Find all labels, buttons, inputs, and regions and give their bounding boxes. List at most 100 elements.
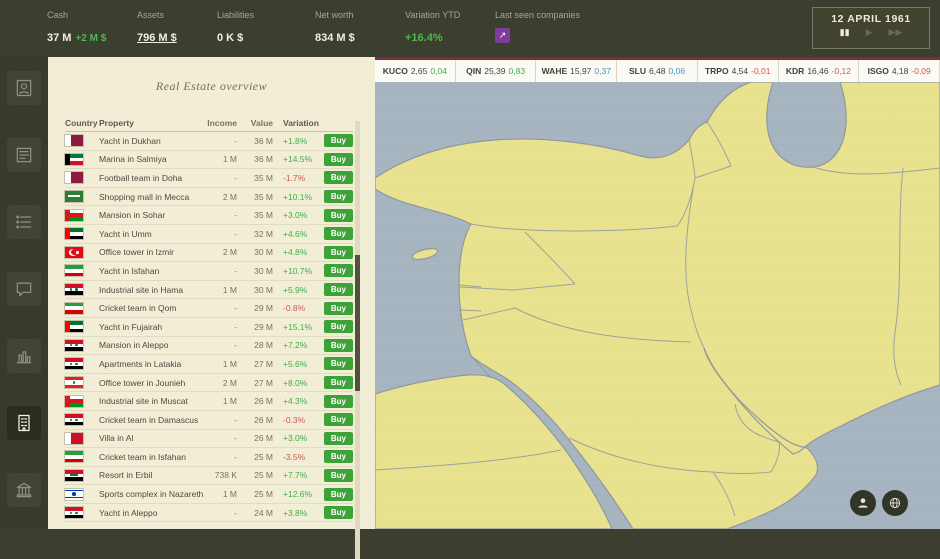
ticker-price: 2,65 [410,66,428,76]
chat-icon [16,282,32,297]
buy-button[interactable]: Buy [323,320,353,334]
table-row: Office tower in Izmir 2 M 30 M +4.8% Buy [64,244,353,263]
value-amount: 26 M [254,433,273,444]
sidebar-item-bank[interactable] [7,473,41,507]
buy-button[interactable]: Buy [323,450,353,464]
pause-button[interactable]: ▮▮ [840,28,850,37]
scrollbar-track[interactable] [355,121,360,559]
variation-value: +8.0% [283,377,308,388]
map-area: KUCO 2,65 0,04 QIN 25,39 0,83 WAHE 15,97 0,37 SLU… [375,57,940,529]
variation-value: +4.6% [283,228,308,239]
ticker-kuco[interactable]: KUCO 2,65 0,04 [375,60,456,82]
globe-icon [889,497,901,509]
ticker-trpo[interactable]: TRPO 4,54 -0,01 [698,60,779,82]
buy-button[interactable]: Buy [323,245,353,259]
external-link-icon: ↗ [498,30,507,40]
buy-button[interactable]: Buy [323,506,353,520]
buy-button[interactable]: Buy [323,134,353,148]
value-amount: 25 M [254,470,273,481]
ticker-isgo[interactable]: ISGO 4,18 -0,09 [859,60,940,82]
flag-cell [64,506,99,520]
value-amount: 30 M [254,265,273,276]
buy-button[interactable]: Buy [323,190,353,204]
buy-button[interactable]: Buy [323,208,353,222]
stat-liabilities: Liabilities 0 K $ [217,10,254,46]
ticker-kdr[interactable]: KDR 16,46 -0,12 [779,60,860,82]
property-name: Yacht in Umm [99,228,152,239]
globe-button[interactable] [882,490,908,516]
sidebar-item-messages[interactable] [7,272,41,306]
table-row: Football team in Doha - 35 M -1.7% Buy [64,169,353,188]
sidebar-item-markets[interactable] [7,339,41,373]
income-value: 1 M [222,358,237,369]
support-button[interactable] [850,490,876,516]
sidebar [0,57,48,529]
table-row: Marina in Salmiya 1 M 36 M +14.5% Buy [64,151,353,170]
buy-button[interactable]: Buy [323,376,353,390]
variation-value: +5.9% [283,284,308,295]
property-name: Office tower in Izmir [99,247,174,258]
income-value: - [234,340,237,351]
ticker-wahe[interactable]: WAHE 15,97 0,37 [536,60,618,82]
kuwait-flag-icon [64,152,84,166]
buy-cell: Buy [321,320,353,334]
iran-flag-icon [64,450,84,464]
sidebar-item-profile[interactable] [7,71,41,105]
last-seen-companies-button[interactable]: ↗ [495,28,510,43]
ticker-price: 15,97 [570,66,592,76]
stat-label: Assets [137,10,165,20]
flag-cell [64,301,99,315]
buy-button[interactable]: Buy [323,264,353,278]
buy-button[interactable]: Buy [323,152,353,166]
property-name: Shopping mall in Mecca [99,191,190,202]
buy-button[interactable]: Buy [323,413,353,427]
stat-assets: Assets 796 M $ [137,10,177,46]
buy-button[interactable]: Buy [323,301,353,315]
scrollbar-thumb[interactable] [355,255,360,391]
stat-value[interactable]: 796 M $ [137,32,177,44]
ticker-change: 0,04 [430,66,447,76]
ticker-qin[interactable]: QIN 25,39 0,83 [456,60,537,82]
table-row: Sports complex in Nazareth 1 M 25 M +12.6% B… [64,485,353,504]
variation-value: +3.0% [283,210,308,221]
income-value: - [234,210,237,221]
variation-value: +7.7% [283,470,308,481]
buy-button[interactable]: Buy [323,227,353,241]
property-name: Cricket team in Damascus [99,414,199,425]
value-amount: 25 M [254,451,273,462]
flag-cell [64,190,99,204]
israel-flag-icon [64,487,84,501]
buy-button[interactable]: Buy [323,431,353,445]
income-value: - [234,228,237,239]
property-name: Yacht in Isfahan [99,265,160,276]
sidebar-item-real-estate[interactable] [7,406,41,440]
buy-button[interactable]: Buy [323,394,353,408]
buy-button[interactable]: Buy [323,357,353,371]
table-row: Cricket team in Isfahan - 25 M -3.5% Buy [64,448,353,467]
sidebar-item-news[interactable] [7,138,41,172]
flag-cell [64,227,99,241]
qatar-flag-icon [64,171,84,185]
syria-flag-icon [64,283,84,297]
buy-button[interactable]: Buy [323,283,353,297]
buy-button[interactable]: Buy [323,338,353,352]
buy-button[interactable]: Buy [323,468,353,482]
value-amount: 28 M [254,340,273,351]
play-button[interactable]: ▶ [866,28,873,37]
income-value: - [234,414,237,425]
sidebar-item-contracts[interactable] [7,205,41,239]
fast-forward-button[interactable]: ▶▶ [888,28,902,37]
income-value: - [234,321,237,332]
map[interactable] [375,82,940,529]
ticker-slu[interactable]: SLU 6,48 0,06 [617,60,698,82]
syria-flag-icon [64,338,84,352]
flag-cell [64,376,99,390]
buy-button[interactable]: Buy [323,487,353,501]
income-value: 2 M [222,377,237,388]
variation-value: +3.0% [283,433,308,444]
building-icon [18,414,30,432]
buy-button[interactable]: Buy [323,171,353,185]
flag-cell [64,245,99,259]
value-amount: 26 M [254,414,273,425]
iran-flag-icon [64,301,84,315]
